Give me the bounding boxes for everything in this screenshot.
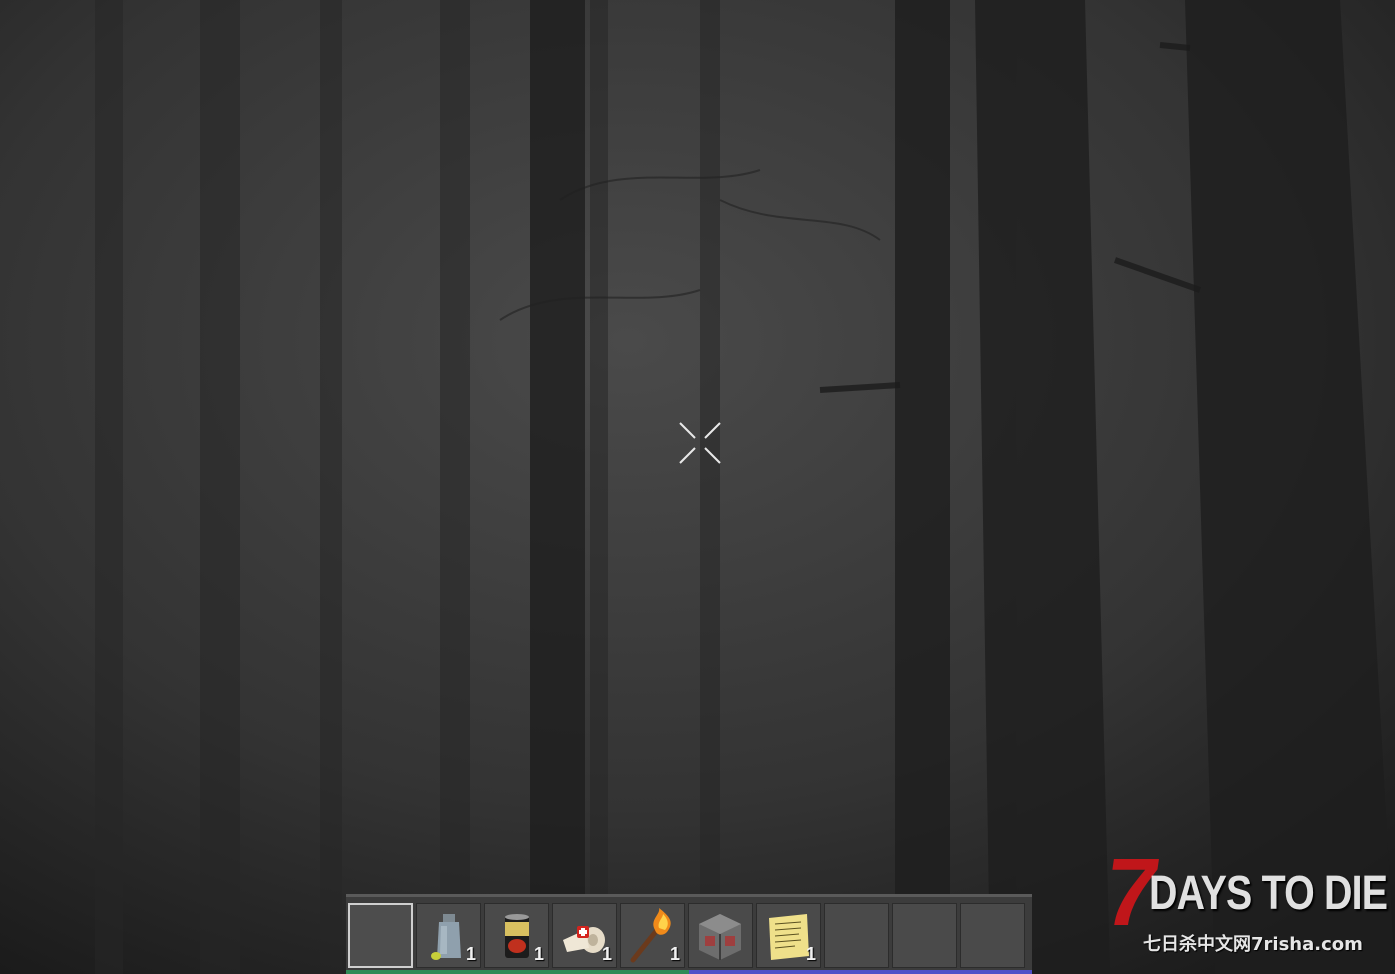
storage-crate-icon xyxy=(699,914,741,960)
hotbar: 1 1 1 1 1 xyxy=(346,894,1032,974)
item-count: 1 xyxy=(805,944,816,964)
hotbar-slot-10[interactable] xyxy=(960,903,1025,968)
item-count: 1 xyxy=(601,944,612,964)
logo-subtitle: 七日杀中文网7risha.com xyxy=(1143,934,1363,955)
hotbar-slot-6[interactable] xyxy=(688,903,753,968)
hotbar-slot-1[interactable] xyxy=(348,903,413,968)
hotbar-slot-7[interactable]: 1 xyxy=(756,903,821,968)
hotbar-slot-4[interactable]: 1 xyxy=(552,903,617,968)
crosshair-icon xyxy=(679,422,721,464)
hotbar-slot-5[interactable]: 1 xyxy=(620,903,685,968)
item-count: 1 xyxy=(533,944,544,964)
logo-title: DAYS TO DIE xyxy=(1149,867,1388,920)
hotbar-slot-2[interactable]: 1 xyxy=(416,903,481,968)
game-logo-watermark: 7 DAYS TO DIE 七日杀中文网7risha.com xyxy=(1098,839,1390,964)
forest-background xyxy=(0,0,1395,974)
hotbar-slot-9[interactable] xyxy=(892,903,957,968)
hotbar-slot-8[interactable] xyxy=(824,903,889,968)
item-count: 1 xyxy=(465,944,476,964)
hotbar-right-indicator xyxy=(689,970,1032,974)
hotbar-slot-3[interactable]: 1 xyxy=(484,903,549,968)
hotbar-left-indicator xyxy=(346,970,689,974)
item-count: 1 xyxy=(669,944,680,964)
